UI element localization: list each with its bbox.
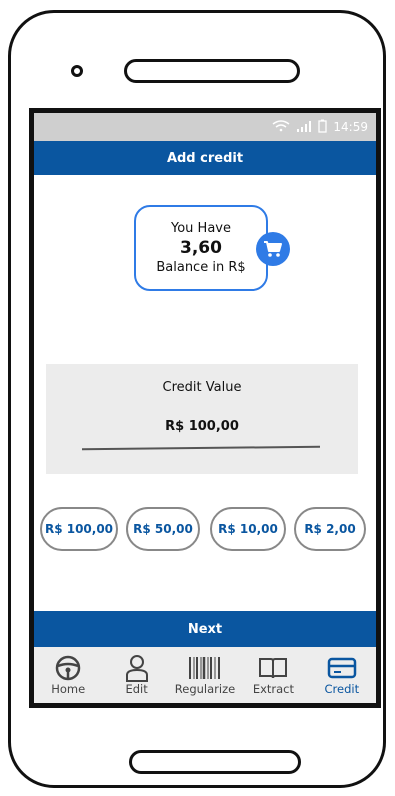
amount-button-100[interactable]: R$ 100,00 [40,507,118,551]
app-screen: 14:59 Add credit You Have 3,60 Balance i… [29,108,381,708]
user-icon [125,654,149,682]
status-time: 14:59 [333,120,368,134]
steering-wheel-icon [54,654,82,682]
bottom-tab-bar: Home Edit Regularize Extract Credit [34,647,376,703]
credit-value-label: Credit Value [162,380,242,395]
credit-card-icon [327,654,357,682]
amount-button-50[interactable]: R$ 50,00 [126,507,200,551]
amount-button-10[interactable]: R$ 10,00 [210,507,286,551]
battery-icon [318,119,328,136]
tab-credit-label: Credit [324,682,360,696]
credit-value-underline [81,445,321,451]
balance-card: You Have 3,60 Balance in R$ [134,205,268,291]
signal-icon [296,120,312,135]
balance-caption: You Have [171,221,231,236]
camera-icon [71,65,83,77]
tab-home-label: Home [51,682,86,696]
wifi-icon [272,119,290,135]
tab-edit[interactable]: Edit [102,647,170,703]
tab-extract[interactable]: Extract [239,647,307,703]
barcode-icon [188,654,222,682]
home-hardware-button[interactable] [129,750,301,774]
speaker-grille [124,59,300,83]
tab-credit[interactable]: Credit [308,647,376,703]
credit-value-panel: Credit Value R$ 100,00 [46,364,358,474]
status-bar: 14:59 [34,113,376,141]
tab-regularize[interactable]: Regularize [171,647,239,703]
balance-value: 3,60 [180,238,222,258]
page-title: Add credit [34,141,376,175]
credit-value-field[interactable]: R$ 100,00 [46,419,358,434]
next-button[interactable]: Next [34,611,376,647]
tab-home[interactable]: Home [34,647,102,703]
tab-edit-label: Edit [125,682,148,696]
amount-button-2[interactable]: R$ 2,00 [294,507,366,551]
tab-extract-label: Extract [252,682,295,696]
book-icon [258,654,288,682]
tab-regularize-label: Regularize [174,682,236,696]
balance-unit-label: Balance in R$ [156,260,246,275]
cart-icon [264,241,282,257]
cart-button[interactable] [256,232,290,266]
